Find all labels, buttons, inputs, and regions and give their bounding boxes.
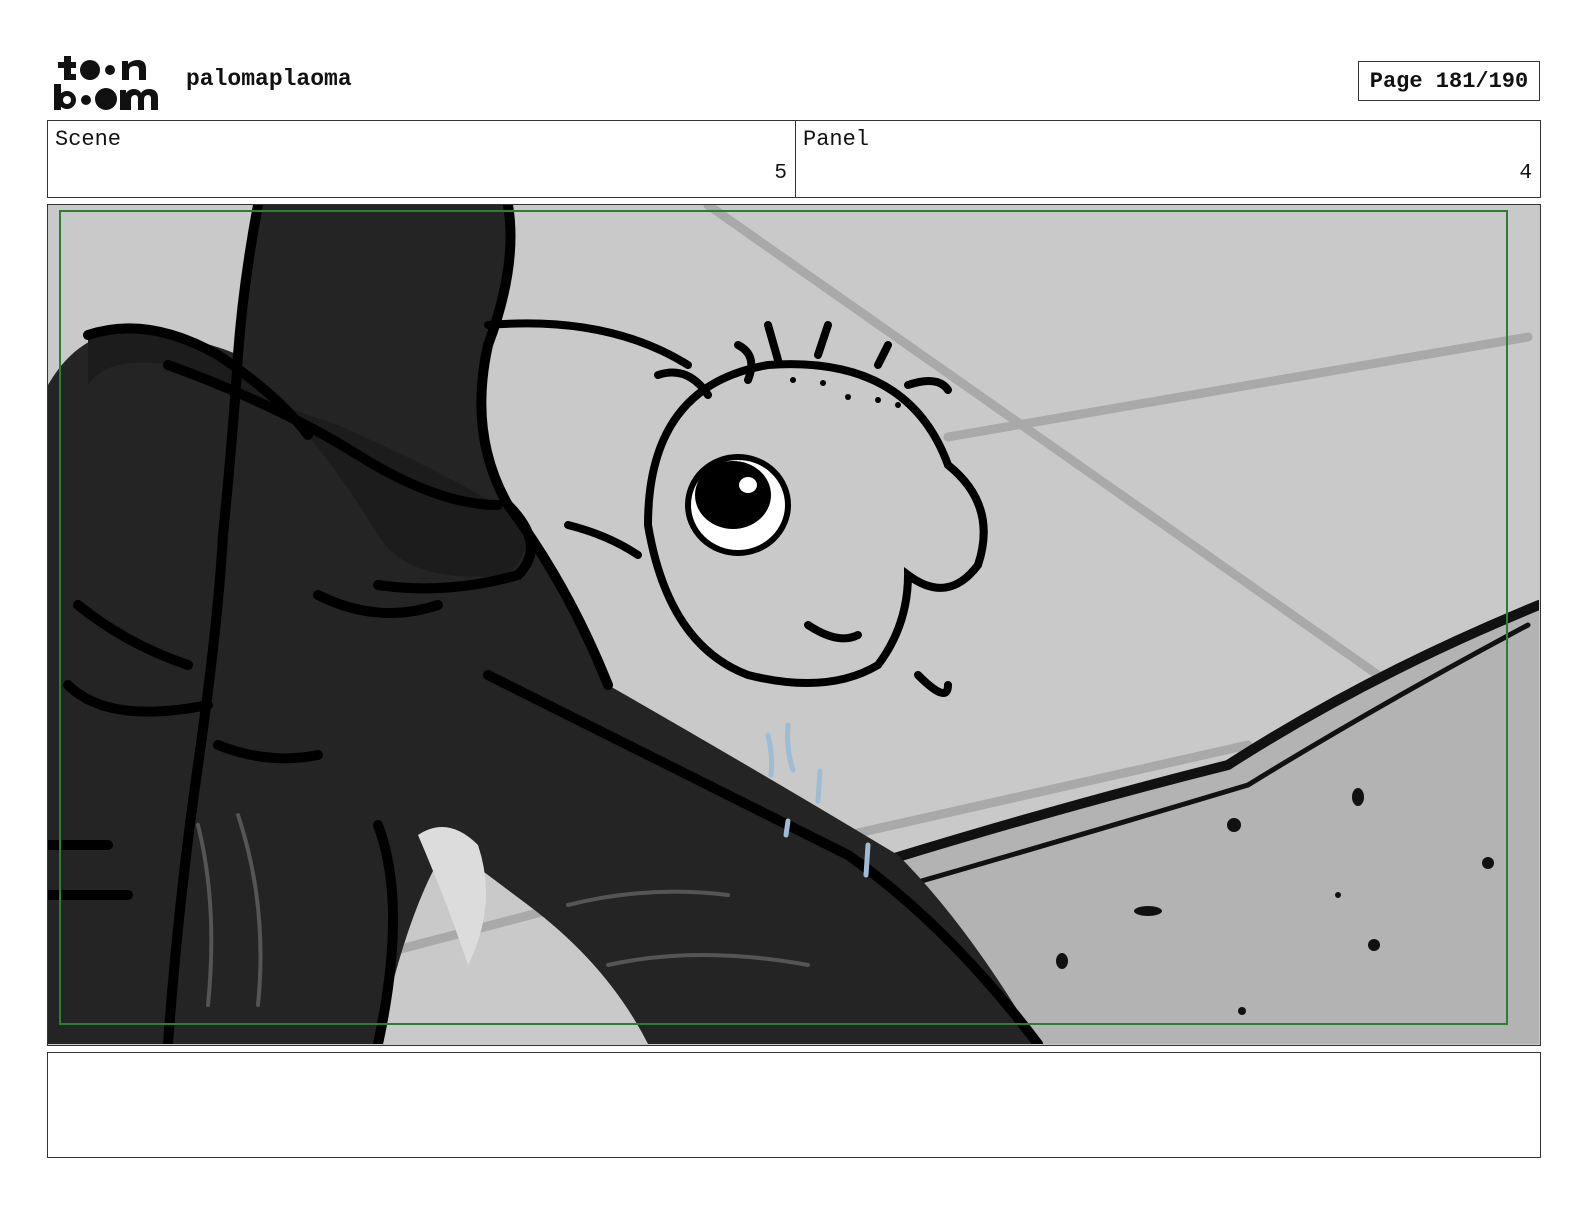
- scene-label: Scene: [55, 127, 122, 152]
- panel-label: Panel: [803, 127, 870, 152]
- panel-number: 4: [1519, 162, 1532, 185]
- scene-cell: Scene 5: [48, 121, 796, 197]
- storyboard-frame: [47, 204, 1541, 1046]
- toonboom-logo: [52, 52, 164, 112]
- storyboard-drawing: [48, 205, 1539, 1044]
- page-counter: Page 181/190: [1358, 61, 1540, 101]
- panel-notes-box: [47, 1052, 1541, 1158]
- page-counter-label: Page 181/190: [1369, 68, 1529, 94]
- scene-panel-info: Scene 5 Panel 4: [47, 120, 1541, 198]
- scene-number: 5: [774, 162, 787, 185]
- panel-cell: Panel 4: [796, 121, 1540, 197]
- project-name: palomaplaoma: [186, 66, 352, 92]
- toonboom-logo-mark: [54, 56, 158, 110]
